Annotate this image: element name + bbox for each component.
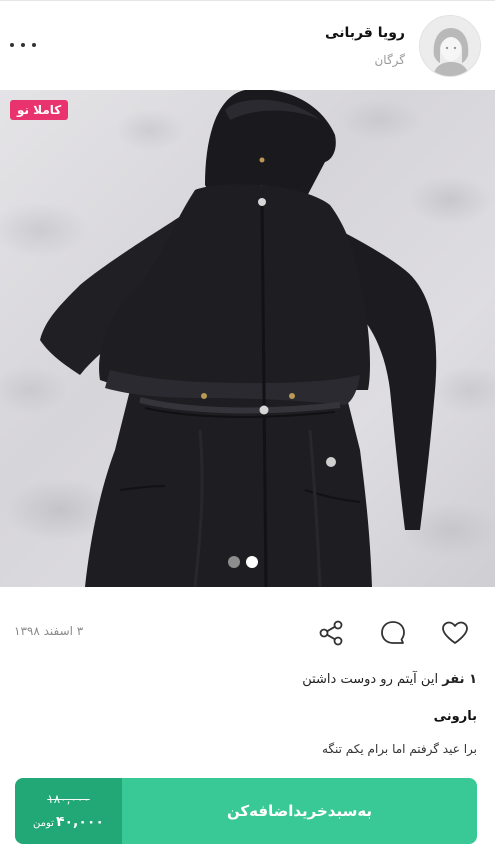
add-to-cart-bar[interactable]: ۱۸۰,۰۰۰ ۴۰,۰۰۰تومن به‌سبدخرید‌اضافه‌کن (15, 778, 477, 844)
more-dots-icon[interactable] (10, 37, 36, 53)
listing-title: بارونی (433, 709, 477, 724)
old-price: ۱۸۰,۰۰۰ (47, 792, 90, 806)
product-image[interactable]: کاملا نو (0, 90, 495, 587)
coat-photo (40, 90, 437, 587)
new-price: ۴۰,۰۰۰تومن (33, 814, 104, 830)
action-bar: ۳ اسفند ۱۳۹۸ (0, 600, 495, 660)
currency-label: تومن (33, 818, 54, 829)
image-pager (228, 556, 258, 568)
likes-text: این آیتم رو دوست داشتن (302, 672, 439, 687)
comment-icon[interactable] (378, 618, 408, 648)
new-price-value: ۴۰,۰۰۰ (55, 814, 104, 830)
user-avatar-icon (420, 16, 480, 76)
likes-summary[interactable]: ۱ نفر این آیتم رو دوست داشتن (302, 672, 477, 687)
likes-count: ۱ نفر (442, 672, 477, 687)
seller-header: رویا قربانی گرگان (0, 0, 495, 90)
pager-dot[interactable] (228, 556, 240, 568)
seller-avatar[interactable] (419, 15, 481, 77)
seller-city: گرگان (374, 53, 405, 67)
add-to-cart-button[interactable]: به‌سبدخرید‌اضافه‌کن (122, 778, 477, 844)
seller-name[interactable]: رویا قربانی (325, 25, 405, 41)
post-date: ۳ اسفند ۱۳۹۸ (14, 624, 84, 638)
condition-badge: کاملا نو (10, 100, 69, 120)
price-box: ۱۸۰,۰۰۰ ۴۰,۰۰۰تومن (15, 778, 122, 844)
heart-icon[interactable] (440, 618, 470, 648)
share-icon[interactable] (316, 618, 346, 648)
listing-description: برا عید گرفتم اما برام یکم تنگه (321, 742, 477, 756)
listing-page: رویا قربانی گرگان کاملا نو ۳ اسفند ۱۳۹۸ … (0, 0, 495, 864)
pager-dot-active[interactable] (246, 556, 258, 568)
